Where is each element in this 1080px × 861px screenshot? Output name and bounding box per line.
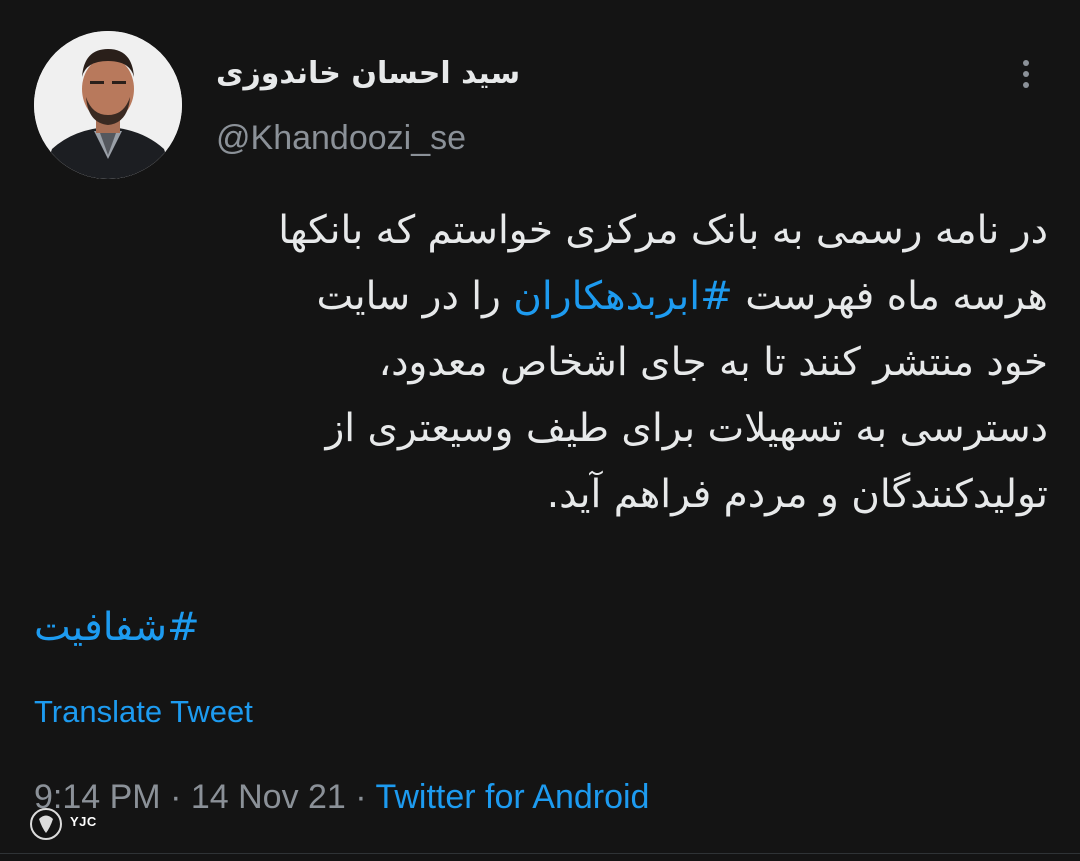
tweet-metadata: 9:14 PM · 14 Nov 21 · Twitter for Androi… [34,774,649,820]
tweet-card: سید احسان خاندوزی @Khandoozi_se در نامه … [0,0,1080,861]
avatar[interactable] [34,31,182,179]
meta-separator: · [160,778,191,816]
tweet-line: تولیدکنندگان و مردم فراهم آید. [546,472,1048,517]
tweet-line: خود منتشر کنند تا به جای اشخاص معدود، [378,340,1048,385]
more-vertical-icon [1023,82,1029,88]
tweet-text: در نامه رسمی به بانک مرکزی خواستم که بان… [30,198,1048,528]
divider [0,853,1080,854]
watermark-logo-icon [30,808,62,840]
meta-separator: · [345,778,376,816]
translate-tweet-link[interactable]: Translate Tweet [34,690,253,734]
hashtag-link[interactable]: #ابربدهکاران [513,274,733,319]
tweet-date[interactable]: 14 Nov 21 [191,778,346,816]
tweet-line: هرسه ماه فهرست #ابربدهکاران را در سایت [30,264,1049,330]
tweet-line: دسترسی به تسهیلات برای طیف وسیعتری از [325,406,1048,451]
watermark: YJC [26,806,106,842]
handle[interactable]: @Khandoozi_se [216,116,466,160]
more-vertical-icon [1023,71,1029,77]
tweet-line: در نامه رسمی به بانک مرکزی خواستم که بان… [278,208,1048,253]
more-vertical-icon [1023,60,1029,66]
display-name[interactable]: سید احسان خاندوزی [216,52,536,96]
profile-photo [34,31,182,179]
tweet-text-segment: را در سایت [316,274,501,319]
hashtag-link[interactable]: #شفافیت [34,598,200,658]
watermark-text: YJC [70,814,97,829]
tweet-source-link[interactable]: Twitter for Android [375,778,649,816]
tweet-text-segment: هرسه ماه فهرست [745,274,1048,319]
more-options-button[interactable] [1006,52,1046,96]
